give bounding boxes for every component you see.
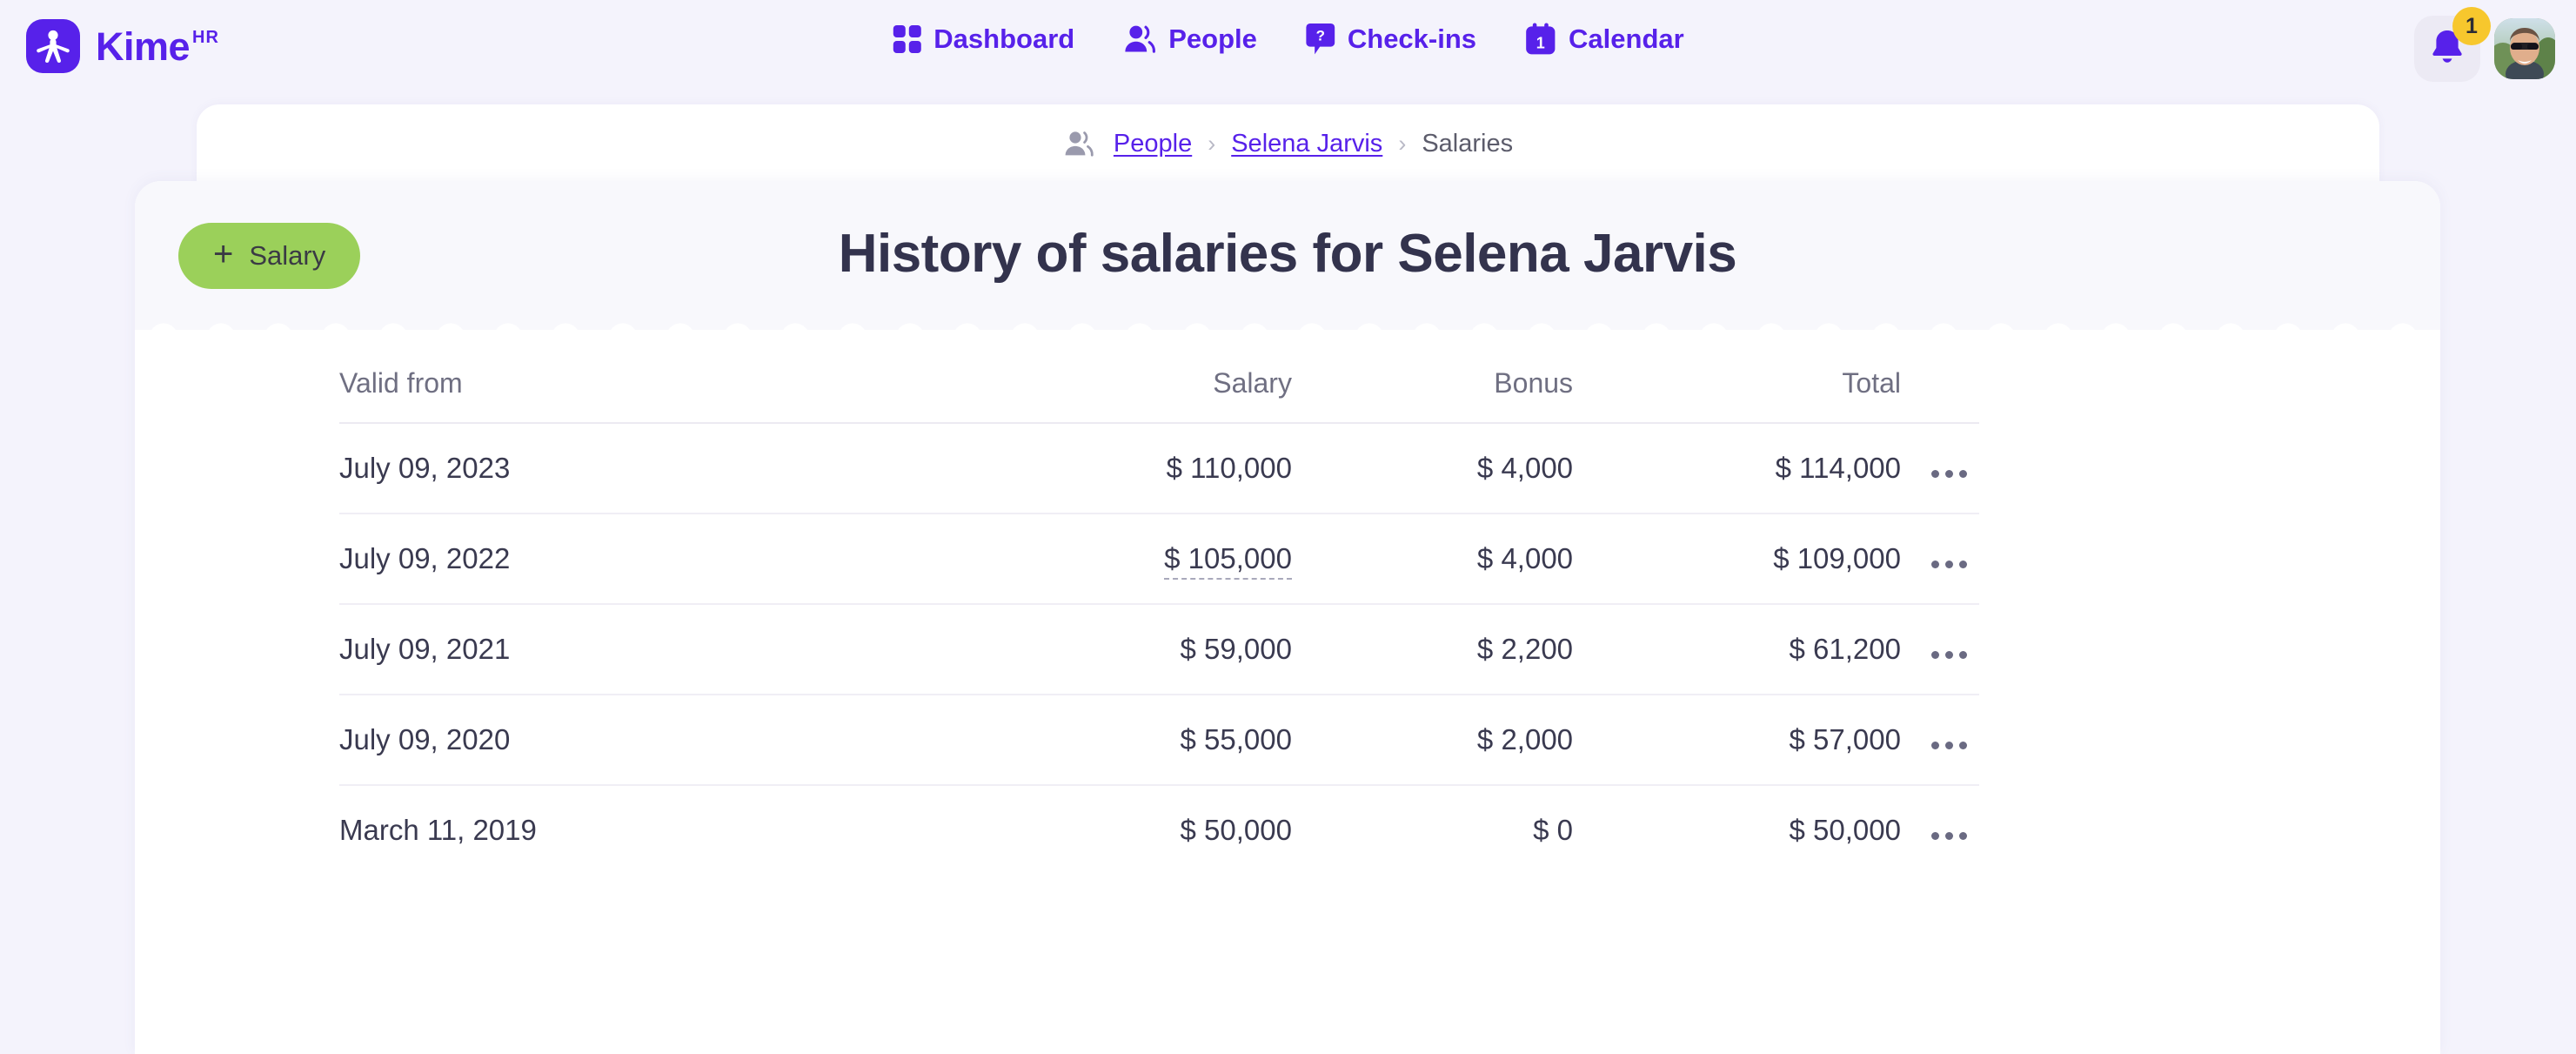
cell-bonus[interactable]: $ 4,000 xyxy=(1291,423,1574,514)
column-header-actions xyxy=(1901,338,1979,424)
column-header-bonus: Bonus xyxy=(1291,338,1574,424)
row-menu-button[interactable] xyxy=(1923,555,1976,574)
nav-item-dashboard[interactable]: Dashboard xyxy=(892,23,1074,55)
table-header: Valid from Salary Bonus Total xyxy=(339,338,1979,424)
more-horizontal-icon xyxy=(1959,742,1967,749)
salary-editable-value[interactable]: $ 105,000 xyxy=(1164,542,1292,580)
salary-history-table: Valid from Salary Bonus Total July 09, 2… xyxy=(339,338,1979,875)
cell-valid-from: March 11, 2019 xyxy=(339,814,537,846)
cell-actions xyxy=(1901,695,1979,786)
more-horizontal-icon xyxy=(1931,561,1939,568)
cell-valid-from: July 09, 2020 xyxy=(339,695,933,786)
column-header-valid-from: Valid from xyxy=(339,338,933,424)
breadcrumb-item-salaries: Salaries xyxy=(1422,129,1514,158)
breadcrumb-card: People › Selena Jarvis › Salaries xyxy=(197,104,2379,183)
nav-item-label: People xyxy=(1168,23,1257,54)
more-horizontal-icon xyxy=(1959,832,1967,840)
cell-total: $ 61,200 xyxy=(1573,604,1901,695)
more-horizontal-icon xyxy=(1945,651,1953,659)
grid-icon xyxy=(892,24,921,54)
people-icon xyxy=(1063,131,1096,157)
nav-item-label: Calendar xyxy=(1569,23,1684,54)
top-navigation-bar: Kime HR Dashboard People ? Check-ins 1 C… xyxy=(0,0,2576,97)
svg-text:?: ? xyxy=(1316,28,1325,44)
more-horizontal-icon xyxy=(1959,561,1967,568)
table-header-row: Valid from Salary Bonus Total xyxy=(339,338,1979,424)
chevron-right-icon: › xyxy=(1398,130,1407,157)
more-horizontal-icon xyxy=(1945,470,1953,478)
salaries-content-card: + Salary History of salaries for Selena … xyxy=(135,181,2440,1054)
page-title: History of salaries for Selena Jarvis xyxy=(838,224,1737,284)
nav-item-people[interactable]: People xyxy=(1123,23,1257,55)
column-header-total: Total xyxy=(1573,338,1901,424)
more-horizontal-icon xyxy=(1931,470,1939,478)
svg-text:1: 1 xyxy=(1536,34,1545,51)
cell-salary[interactable]: $ 55,000 xyxy=(933,695,1292,786)
nav-item-calendar[interactable]: 1 Calendar xyxy=(1525,23,1684,56)
top-right-actions: 1 xyxy=(2414,7,2555,82)
notification-count-badge: 1 xyxy=(2452,7,2491,45)
cell-actions xyxy=(1901,514,1979,605)
table-row: July 09, 2022 $ 105,000 $ 4,000 $ 109,00… xyxy=(339,514,1979,605)
cell-total: $ 57,000 xyxy=(1573,695,1901,786)
cell-total: $ 109,000 xyxy=(1573,514,1901,605)
table-row: July 09, 2020 $ 55,000 $ 2,000 $ 57,000 xyxy=(339,695,1979,786)
people-icon xyxy=(1123,24,1156,54)
cell-valid-from: July 09, 2021 xyxy=(339,604,933,695)
brand-name: Kime HR xyxy=(96,27,219,66)
cell-salary[interactable]: $ 59,000 xyxy=(933,604,1292,695)
cell-bonus[interactable]: $ 2,200 xyxy=(1291,604,1574,695)
more-horizontal-icon xyxy=(1945,561,1953,568)
more-horizontal-icon xyxy=(1931,832,1939,840)
calendar-icon: 1 xyxy=(1525,23,1556,56)
more-horizontal-icon xyxy=(1931,742,1939,749)
cell-bonus[interactable]: $ 4,000 xyxy=(1291,514,1574,605)
more-horizontal-icon xyxy=(1959,651,1967,659)
avatar[interactable] xyxy=(2494,18,2555,79)
row-menu-button[interactable] xyxy=(1923,736,1976,755)
nav-item-label: Check-ins xyxy=(1347,23,1477,54)
cell-valid-from: July 09, 2022 xyxy=(339,514,933,605)
table-row: July 09, 2023 $ 110,000 $ 4,000 $ 114,00… xyxy=(339,423,1979,514)
breadcrumb: People › Selena Jarvis › Salaries xyxy=(1063,130,1513,158)
cell-salary[interactable]: $ 110,000 xyxy=(933,423,1292,514)
table-row: July 09, 2021 $ 59,000 $ 2,200 $ 61,200 xyxy=(339,604,1979,695)
more-horizontal-icon xyxy=(1945,742,1953,749)
scalloped-divider-fill xyxy=(135,330,2440,338)
brand-superscript: HR xyxy=(192,27,219,47)
cell-actions xyxy=(1901,423,1979,514)
brand-name-text: Kime xyxy=(96,23,191,69)
breadcrumb-item-people[interactable]: People xyxy=(1114,130,1192,158)
row-menu-button[interactable] xyxy=(1923,646,1976,664)
table-row: March 11, 2019 $ 50,000 $ 0 $ 50,000 xyxy=(339,785,1979,875)
main-nav: Dashboard People ? Check-ins 1 Calendar xyxy=(892,23,1684,56)
cell-actions xyxy=(1901,785,1979,875)
table-body: July 09, 2023 $ 110,000 $ 4,000 $ 114,00… xyxy=(339,423,1979,875)
cell-total: $ 114,000 xyxy=(1573,423,1901,514)
chevron-right-icon: › xyxy=(1208,130,1216,157)
card-header: + Salary History of salaries for Selena … xyxy=(135,181,2440,338)
cell-salary[interactable]: $ 105,000 xyxy=(933,514,1292,605)
more-horizontal-icon xyxy=(1945,832,1953,840)
salary-table-container: Valid from Salary Bonus Total July 09, 2… xyxy=(135,338,2440,875)
more-horizontal-icon xyxy=(1959,470,1967,478)
notifications-button[interactable]: 1 xyxy=(2414,7,2491,82)
person-figure-icon xyxy=(26,19,80,73)
nav-item-check-ins[interactable]: ? Check-ins xyxy=(1306,23,1476,56)
nav-item-label: Dashboard xyxy=(933,23,1075,54)
cell-actions xyxy=(1901,604,1979,695)
column-header-salary: Salary xyxy=(933,338,1292,424)
cell-valid-from: July 09, 2023 xyxy=(339,423,933,514)
more-horizontal-icon xyxy=(1931,651,1939,659)
cell-bonus[interactable]: $ 2,000 xyxy=(1291,695,1574,786)
cell-bonus[interactable]: $ 0 xyxy=(1292,785,1573,875)
cell-total: $ 50,000 xyxy=(1789,814,1901,846)
brand-logo[interactable]: Kime HR xyxy=(26,19,219,73)
breadcrumb-item-selena-jarvis[interactable]: Selena Jarvis xyxy=(1231,130,1382,158)
row-menu-button[interactable] xyxy=(1923,827,1976,845)
cell-salary[interactable]: $ 50,000 xyxy=(933,785,1291,875)
row-menu-button[interactable] xyxy=(1923,465,1976,483)
question-bubble-icon: ? xyxy=(1306,23,1335,56)
